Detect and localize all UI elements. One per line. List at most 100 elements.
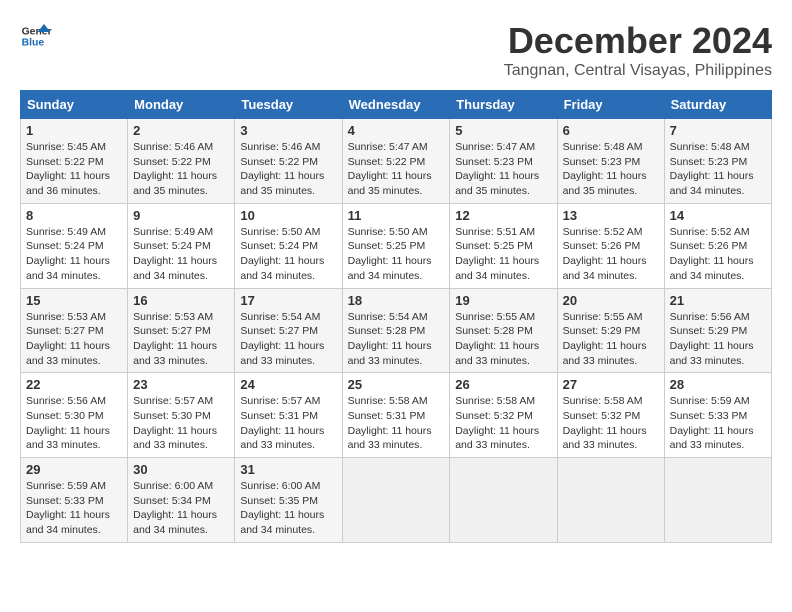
day-number: 22 bbox=[26, 377, 122, 392]
calendar-cell: 18 Sunrise: 5:54 AM Sunset: 5:28 PM Dayl… bbox=[342, 288, 450, 373]
calendar-cell: 21 Sunrise: 5:56 AM Sunset: 5:29 PM Dayl… bbox=[664, 288, 771, 373]
title-area: December 2024 Tangnan, Central Visayas, … bbox=[504, 20, 772, 80]
calendar-cell: 17 Sunrise: 5:54 AM Sunset: 5:27 PM Dayl… bbox=[235, 288, 342, 373]
calendar-cell: 15 Sunrise: 5:53 AM Sunset: 5:27 PM Dayl… bbox=[21, 288, 128, 373]
day-info: Sunrise: 5:57 AM Sunset: 5:31 PM Dayligh… bbox=[240, 394, 336, 453]
calendar-cell: 26 Sunrise: 5:58 AM Sunset: 5:32 PM Dayl… bbox=[450, 373, 557, 458]
day-number: 4 bbox=[348, 123, 445, 138]
header-thursday: Thursday bbox=[450, 91, 557, 119]
day-number: 15 bbox=[26, 293, 122, 308]
day-number: 20 bbox=[563, 293, 659, 308]
calendar-cell bbox=[557, 458, 664, 543]
day-info: Sunrise: 5:49 AM Sunset: 5:24 PM Dayligh… bbox=[133, 225, 229, 284]
day-info: Sunrise: 5:58 AM Sunset: 5:31 PM Dayligh… bbox=[348, 394, 445, 453]
day-number: 1 bbox=[26, 123, 122, 138]
day-number: 18 bbox=[348, 293, 445, 308]
day-info: Sunrise: 5:54 AM Sunset: 5:28 PM Dayligh… bbox=[348, 310, 445, 369]
day-info: Sunrise: 6:00 AM Sunset: 5:35 PM Dayligh… bbox=[240, 479, 336, 538]
day-number: 11 bbox=[348, 208, 445, 223]
day-info: Sunrise: 5:52 AM Sunset: 5:26 PM Dayligh… bbox=[670, 225, 766, 284]
calendar-cell bbox=[664, 458, 771, 543]
day-info: Sunrise: 5:59 AM Sunset: 5:33 PM Dayligh… bbox=[26, 479, 122, 538]
day-info: Sunrise: 5:46 AM Sunset: 5:22 PM Dayligh… bbox=[240, 140, 336, 199]
calendar-cell: 9 Sunrise: 5:49 AM Sunset: 5:24 PM Dayli… bbox=[128, 203, 235, 288]
calendar-cell: 24 Sunrise: 5:57 AM Sunset: 5:31 PM Dayl… bbox=[235, 373, 342, 458]
logo-icon: General Blue bbox=[20, 20, 52, 52]
day-info: Sunrise: 5:58 AM Sunset: 5:32 PM Dayligh… bbox=[455, 394, 551, 453]
header-sunday: Sunday bbox=[21, 91, 128, 119]
day-number: 16 bbox=[133, 293, 229, 308]
calendar-header-row: Sunday Monday Tuesday Wednesday Thursday… bbox=[21, 91, 772, 119]
day-number: 24 bbox=[240, 377, 336, 392]
day-number: 17 bbox=[240, 293, 336, 308]
day-info: Sunrise: 5:55 AM Sunset: 5:29 PM Dayligh… bbox=[563, 310, 659, 369]
day-info: Sunrise: 5:47 AM Sunset: 5:22 PM Dayligh… bbox=[348, 140, 445, 199]
calendar-cell: 2 Sunrise: 5:46 AM Sunset: 5:22 PM Dayli… bbox=[128, 119, 235, 204]
calendar-cell: 6 Sunrise: 5:48 AM Sunset: 5:23 PM Dayli… bbox=[557, 119, 664, 204]
header-wednesday: Wednesday bbox=[342, 91, 450, 119]
day-number: 23 bbox=[133, 377, 229, 392]
day-number: 8 bbox=[26, 208, 122, 223]
day-info: Sunrise: 5:49 AM Sunset: 5:24 PM Dayligh… bbox=[26, 225, 122, 284]
location-title: Tangnan, Central Visayas, Philippines bbox=[504, 62, 772, 80]
calendar-cell: 13 Sunrise: 5:52 AM Sunset: 5:26 PM Dayl… bbox=[557, 203, 664, 288]
day-number: 14 bbox=[670, 208, 766, 223]
day-info: Sunrise: 5:52 AM Sunset: 5:26 PM Dayligh… bbox=[563, 225, 659, 284]
day-info: Sunrise: 5:56 AM Sunset: 5:30 PM Dayligh… bbox=[26, 394, 122, 453]
header-saturday: Saturday bbox=[664, 91, 771, 119]
day-info: Sunrise: 5:50 AM Sunset: 5:24 PM Dayligh… bbox=[240, 225, 336, 284]
calendar-cell: 25 Sunrise: 5:58 AM Sunset: 5:31 PM Dayl… bbox=[342, 373, 450, 458]
day-number: 21 bbox=[670, 293, 766, 308]
calendar-cell: 12 Sunrise: 5:51 AM Sunset: 5:25 PM Dayl… bbox=[450, 203, 557, 288]
day-info: Sunrise: 5:45 AM Sunset: 5:22 PM Dayligh… bbox=[26, 140, 122, 199]
calendar-cell: 23 Sunrise: 5:57 AM Sunset: 5:30 PM Dayl… bbox=[128, 373, 235, 458]
day-info: Sunrise: 5:50 AM Sunset: 5:25 PM Dayligh… bbox=[348, 225, 445, 284]
calendar-row: 15 Sunrise: 5:53 AM Sunset: 5:27 PM Dayl… bbox=[21, 288, 772, 373]
calendar-cell: 1 Sunrise: 5:45 AM Sunset: 5:22 PM Dayli… bbox=[21, 119, 128, 204]
day-info: Sunrise: 5:46 AM Sunset: 5:22 PM Dayligh… bbox=[133, 140, 229, 199]
day-info: Sunrise: 5:53 AM Sunset: 5:27 PM Dayligh… bbox=[26, 310, 122, 369]
header-monday: Monday bbox=[128, 91, 235, 119]
calendar-cell: 28 Sunrise: 5:59 AM Sunset: 5:33 PM Dayl… bbox=[664, 373, 771, 458]
calendar-row: 22 Sunrise: 5:56 AM Sunset: 5:30 PM Dayl… bbox=[21, 373, 772, 458]
day-number: 19 bbox=[455, 293, 551, 308]
day-info: Sunrise: 5:51 AM Sunset: 5:25 PM Dayligh… bbox=[455, 225, 551, 284]
calendar-cell: 19 Sunrise: 5:55 AM Sunset: 5:28 PM Dayl… bbox=[450, 288, 557, 373]
day-number: 2 bbox=[133, 123, 229, 138]
day-number: 28 bbox=[670, 377, 766, 392]
day-number: 9 bbox=[133, 208, 229, 223]
day-info: Sunrise: 5:48 AM Sunset: 5:23 PM Dayligh… bbox=[670, 140, 766, 199]
day-info: Sunrise: 5:57 AM Sunset: 5:30 PM Dayligh… bbox=[133, 394, 229, 453]
day-number: 5 bbox=[455, 123, 551, 138]
calendar-cell: 4 Sunrise: 5:47 AM Sunset: 5:22 PM Dayli… bbox=[342, 119, 450, 204]
calendar-cell: 27 Sunrise: 5:58 AM Sunset: 5:32 PM Dayl… bbox=[557, 373, 664, 458]
day-number: 30 bbox=[133, 462, 229, 477]
day-info: Sunrise: 6:00 AM Sunset: 5:34 PM Dayligh… bbox=[133, 479, 229, 538]
day-number: 31 bbox=[240, 462, 336, 477]
day-number: 25 bbox=[348, 377, 445, 392]
calendar-row: 29 Sunrise: 5:59 AM Sunset: 5:33 PM Dayl… bbox=[21, 458, 772, 543]
calendar-cell: 29 Sunrise: 5:59 AM Sunset: 5:33 PM Dayl… bbox=[21, 458, 128, 543]
calendar-cell: 20 Sunrise: 5:55 AM Sunset: 5:29 PM Dayl… bbox=[557, 288, 664, 373]
day-number: 7 bbox=[670, 123, 766, 138]
calendar-cell: 10 Sunrise: 5:50 AM Sunset: 5:24 PM Dayl… bbox=[235, 203, 342, 288]
day-info: Sunrise: 5:56 AM Sunset: 5:29 PM Dayligh… bbox=[670, 310, 766, 369]
day-number: 12 bbox=[455, 208, 551, 223]
day-number: 10 bbox=[240, 208, 336, 223]
day-info: Sunrise: 5:47 AM Sunset: 5:23 PM Dayligh… bbox=[455, 140, 551, 199]
calendar-cell: 22 Sunrise: 5:56 AM Sunset: 5:30 PM Dayl… bbox=[21, 373, 128, 458]
day-number: 29 bbox=[26, 462, 122, 477]
logo: General Blue bbox=[20, 20, 52, 52]
day-info: Sunrise: 5:59 AM Sunset: 5:33 PM Dayligh… bbox=[670, 394, 766, 453]
calendar-cell: 14 Sunrise: 5:52 AM Sunset: 5:26 PM Dayl… bbox=[664, 203, 771, 288]
day-number: 26 bbox=[455, 377, 551, 392]
day-number: 6 bbox=[563, 123, 659, 138]
calendar-table: Sunday Monday Tuesday Wednesday Thursday… bbox=[20, 90, 772, 543]
header-tuesday: Tuesday bbox=[235, 91, 342, 119]
calendar-cell: 8 Sunrise: 5:49 AM Sunset: 5:24 PM Dayli… bbox=[21, 203, 128, 288]
day-info: Sunrise: 5:48 AM Sunset: 5:23 PM Dayligh… bbox=[563, 140, 659, 199]
svg-text:Blue: Blue bbox=[22, 38, 45, 49]
calendar-cell bbox=[342, 458, 450, 543]
calendar-cell bbox=[450, 458, 557, 543]
day-info: Sunrise: 5:58 AM Sunset: 5:32 PM Dayligh… bbox=[563, 394, 659, 453]
